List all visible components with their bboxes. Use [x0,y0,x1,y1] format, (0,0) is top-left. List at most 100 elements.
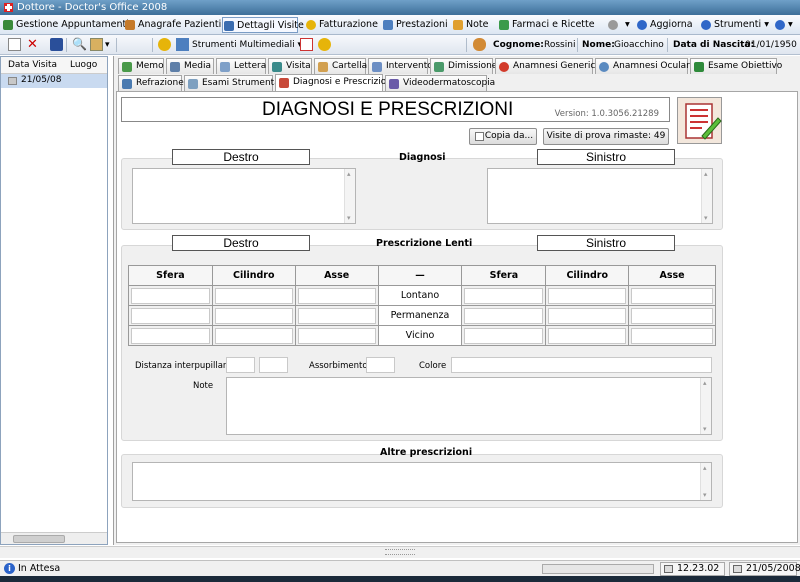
diagnosi-sinistro-textarea[interactable] [487,168,713,224]
menu-fatturazione[interactable]: Fatturazione [305,17,378,33]
clipboard-icon[interactable] [90,38,103,51]
new-document-icon[interactable] [8,38,21,51]
report-icon[interactable] [300,38,313,51]
cilindro-destro-vicino-input[interactable] [214,327,293,344]
col-asse-destro: Asse [294,265,379,286]
tab-intervento[interactable]: Intervento [368,58,433,74]
cilindro-sinistro-permanenza-input[interactable] [548,307,627,324]
app-cross-icon [4,3,13,12]
sfera-sinistro-permanenza-input[interactable] [464,307,544,324]
multimedia-icon [176,38,189,51]
tab-cartella[interactable]: Cartella [314,58,367,74]
visits-list: Data Visita Luogo 21/05/08 [0,56,108,545]
cognome-value: Rossini [544,40,576,50]
menu-note[interactable]: Note [452,17,489,33]
assorbimento-input[interactable] [366,357,395,373]
asse-destro-vicino-input[interactable] [297,327,376,344]
cilindro-sinistro-vicino-input[interactable] [548,327,627,344]
info-icon: i [4,563,15,574]
globe-icon [637,20,647,30]
menu-help[interactable]: ▾ [774,17,793,33]
tab-media[interactable]: Media [166,58,214,74]
asse-sinistro-permanenza-input[interactable] [631,307,713,324]
tab-anamnesi-oculare[interactable]: Anamnesi Oculare [595,58,695,74]
cilindro-destro-permanenza-input[interactable] [214,307,293,324]
version-label: Version: 1.0.3056.21289 [554,109,659,119]
altre-prescrizioni-textarea[interactable] [132,462,712,501]
cilindro-sinistro-lontano-input[interactable] [548,287,627,304]
tab-dimissione[interactable]: Dimissione [430,58,497,74]
sfera-sinistro-lontano-input[interactable] [464,287,544,304]
asse-sinistro-vicino-input[interactable] [631,327,713,344]
row-label-lontano: Lontano [377,285,463,306]
col-sfera-sinistro: Sfera [461,265,547,286]
menu-dettagli-visite[interactable]: Dettagli Visite [222,17,304,33]
menu-gestione-appuntamenti[interactable]: Gestione Appuntamenti [2,17,129,33]
colore-input[interactable] [451,357,712,373]
tab-lettera[interactable]: Lettera [216,58,266,74]
smiley-icon[interactable] [158,38,171,51]
distanza-sinistro-input[interactable] [259,357,288,373]
nome-label: Nome: [582,40,615,50]
heart-icon [499,62,509,72]
sfera-destro-permanenza-input[interactable] [131,307,210,324]
distanza-destro-input[interactable] [226,357,255,373]
help-icon [775,20,785,30]
table-row: Vicino [128,325,716,346]
sfera-destro-lontano-input[interactable] [131,287,210,304]
discharge-icon [434,62,444,72]
copia-da-button[interactable]: Copia da... [469,128,537,145]
strumenti-multimediali-dropdown[interactable]: Strumenti Multimediali ▾ [192,38,302,52]
sfera-sinistro-vicino-input[interactable] [464,327,544,344]
tab-esame-obiettivo[interactable]: Esame Obiettivo [690,58,782,74]
visit-details-icon [224,21,234,31]
diagnosi-sinistro-header: Sinistro [537,149,675,165]
menu-aggiorna[interactable]: Aggiorna [636,17,693,33]
scrollbar[interactable] [344,169,355,223]
refraction-icon [122,79,132,89]
sfera-destro-vicino-input[interactable] [131,327,210,344]
tab-videodermatoscopia[interactable]: Videodermatoscopia [385,75,495,91]
trial-visits-remaining: Visite di prova rimaste: 49 [543,128,669,145]
visit-row[interactable]: 21/05/08 [1,74,107,88]
note-textarea[interactable] [226,377,712,435]
tab-refrazione[interactable]: Refrazione [118,75,184,91]
asse-destro-permanenza-input[interactable] [297,307,376,324]
patients-icon [125,20,135,30]
clipboard-dropdown-icon[interactable]: ▾ [105,38,110,52]
save-icon[interactable] [50,38,63,51]
search-icon[interactable]: 🔍 [72,38,87,51]
tab-memo[interactable]: Memo [118,58,164,74]
pills-icon [499,20,509,30]
folder-icon [318,62,328,72]
menu-farmaci-e-ricette[interactable]: Farmaci e Ricette [498,17,595,33]
asse-sinistro-lontano-input[interactable] [631,287,713,304]
tab-anamnesi-generica[interactable]: Anamnesi Generica [495,58,601,74]
col-data-visita[interactable]: Data Visita [8,60,57,70]
tab-diagnosi-e-prescrizioni[interactable]: Diagnosi e Prescrizioni [275,74,394,92]
window-title: Dottore - Doctor's Office 2008 [17,2,168,13]
scrollbar[interactable] [700,378,711,434]
col-luogo[interactable]: Luogo [70,60,97,70]
scrollbar[interactable] [701,169,712,223]
bottom-splitter[interactable] [0,546,800,558]
tab-esami-strumentali[interactable]: Esami Strumentali [184,75,285,91]
tab-visita[interactable]: Visita [268,58,312,74]
menu-prestazioni[interactable]: Prestazioni [382,17,448,33]
asse-destro-lontano-input[interactable] [297,287,376,304]
menu-gear-dropdown[interactable]: ▾ [607,17,630,33]
visits-list-hscrollbar[interactable] [1,532,107,544]
patient-icon [473,38,486,51]
stethoscope-icon [272,62,282,72]
altre-prescrizioni-label: Altre prescrizioni [380,447,473,458]
table-header-row: Sfera Cilindro Asse — Sfera Cilindro Ass… [128,265,716,286]
cilindro-destro-lontano-input[interactable] [214,287,293,304]
diagnosi-destro-textarea[interactable] [132,168,356,224]
menu-strumenti[interactable]: Strumenti ▾ [700,17,769,33]
delete-icon[interactable]: ✕ [27,38,40,51]
menu-anagrafe-pazienti[interactable]: Anagrafe Pazienti [124,17,221,33]
copy-icon [475,132,484,141]
scrollbar[interactable] [700,463,711,500]
refresh-icon[interactable] [318,38,331,51]
table-row: Lontano [128,285,716,306]
